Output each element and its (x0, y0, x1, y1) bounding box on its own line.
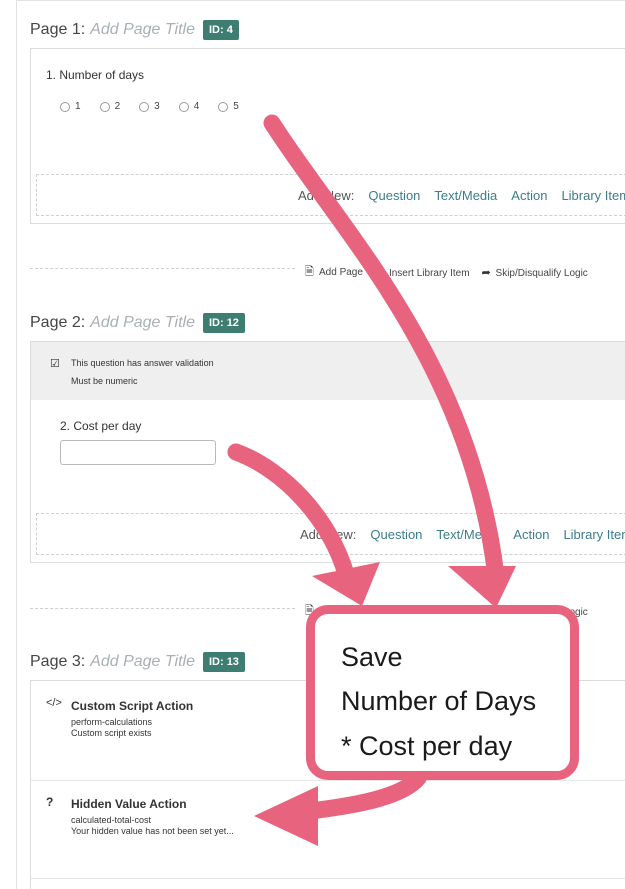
add-library-item-link[interactable]: Library Item (563, 527, 625, 542)
radio-option-4[interactable]: 4 (178, 101, 200, 112)
page-2-id-badge: ID: 12 (202, 313, 245, 333)
radio-circle[interactable] (178, 101, 189, 112)
page-separator-line (30, 608, 295, 609)
add-action-link[interactable]: Action (511, 188, 547, 203)
answer-validation-banner (31, 342, 625, 400)
add-text-media-link[interactable]: Text/Media (434, 188, 497, 203)
hidden-value-action-id: calculated-total-cost (71, 815, 152, 825)
radio-circle[interactable] (99, 101, 110, 112)
add-new-label: Add New: (298, 188, 355, 203)
add-text-media-link[interactable]: Text/Media (436, 527, 499, 542)
callout-line-1: Save (341, 642, 403, 672)
document-icon: 🗎 (305, 266, 314, 278)
page-3-title-field[interactable]: Add Page Title (90, 653, 195, 671)
action-divider (31, 780, 625, 781)
page-1-prefix: Page 1: (30, 21, 86, 38)
hidden-value-action-status: Your hidden value has not been set yet..… (71, 826, 234, 836)
page-1-title-field[interactable]: Add Page Title (90, 21, 195, 39)
add-action-link[interactable]: Action (513, 527, 549, 542)
radio-option-1[interactable]: 1 (60, 101, 81, 112)
page-3-header: Page 3: Add Page Title ID: 13 (30, 652, 245, 672)
page-1-add-new-bar: Add New: Question Text/Media Action Libr… (298, 188, 625, 203)
share-arrow-icon: ➦ (481, 267, 491, 279)
add-page-button[interactable]: 🗎 Add Page (305, 263, 363, 282)
validation-rule: Must be numeric (71, 376, 138, 386)
insert-library-label: Insert Library Item (388, 268, 470, 279)
page-2-title-field[interactable]: Add Page Title (90, 314, 195, 332)
add-new-label: Add New: (300, 527, 357, 542)
callout-line-2: Number of Days (341, 686, 537, 716)
radio-label: 1 (75, 101, 81, 112)
radio-label: 5 (233, 101, 239, 112)
page-3-prefix: Page 3: (30, 653, 86, 670)
radio-label: 4 (193, 101, 200, 112)
annotation-callout: Save Number of Days * Cost per day (306, 605, 579, 780)
page-2-add-new-bar: Add New: Question Text/Media Action Libr… (300, 527, 625, 542)
insert-library-button[interactable]: ▮ Insert Library Item (375, 266, 470, 279)
page-separator-line (30, 268, 295, 269)
question-mark-icon: ? (46, 795, 54, 809)
page-3-id-badge: ID: 13 (202, 652, 245, 672)
radio-option-3[interactable]: 3 (139, 101, 160, 112)
skip-logic-label: Skip/Disqualify Logic (495, 268, 588, 279)
add-library-item-link[interactable]: Library Item (561, 188, 625, 203)
hidden-value-action-name: Hidden Value Action (71, 797, 187, 811)
bookmark-icon: ▮ (374, 267, 381, 279)
page-1-header: Page 1: Add Page Title ID: 4 (30, 20, 239, 40)
add-question-link[interactable]: Question (370, 527, 422, 542)
add-page-label: Add Page (319, 267, 363, 278)
radio-option-2[interactable]: 2 (99, 101, 121, 112)
action-divider (31, 878, 625, 879)
add-question-link[interactable]: Question (368, 188, 420, 203)
callout-line-3: * Cost per day (341, 731, 513, 761)
question-2-label[interactable]: 2. Cost per day (60, 419, 141, 433)
radio-label: 2 (114, 101, 121, 112)
question-1-options: 1 2 3 4 5 (60, 101, 239, 112)
radio-circle[interactable] (60, 101, 70, 112)
page-2-header: Page 2: Add Page Title ID: 12 (30, 313, 245, 333)
radio-label: 3 (154, 101, 160, 112)
radio-option-5[interactable]: 5 (218, 101, 239, 112)
page-1-id-badge: ID: 4 (202, 20, 239, 40)
checkbox-icon: ☑ (50, 358, 60, 370)
cost-per-day-input[interactable] (60, 440, 216, 465)
question-1-label[interactable]: 1. Number of days (46, 68, 144, 82)
radio-circle[interactable] (139, 101, 150, 112)
skip-logic-button[interactable]: ➦ Skip/Disqualify Logic (482, 266, 588, 279)
validation-title: This question has answer validation (71, 358, 214, 368)
page-2-prefix: Page 2: (30, 314, 86, 331)
code-icon: </> (46, 697, 62, 709)
page-toolbar-1: 🗎 Add Page ▮ Insert Library Item ➦ Skip/Dis… (305, 263, 588, 282)
radio-circle[interactable] (218, 101, 229, 112)
